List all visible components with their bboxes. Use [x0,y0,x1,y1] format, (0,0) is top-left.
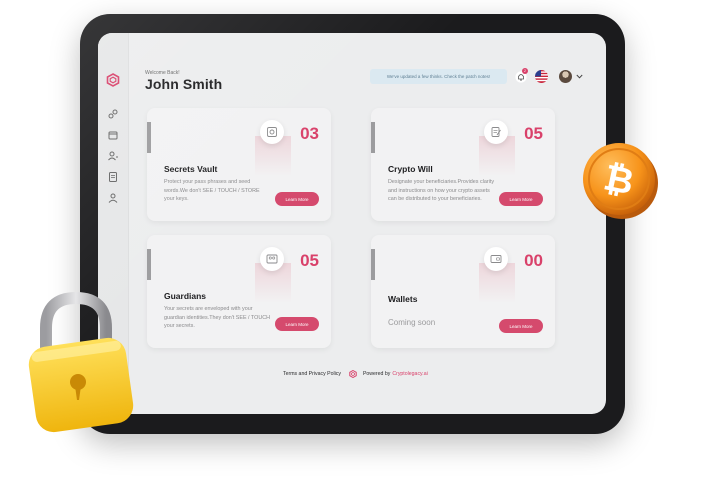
document-icon[interactable] [107,171,119,183]
coming-soon-text: Coming soon [388,318,436,327]
patch-notes-banner[interactable]: We've updated a few thinks. Check the pa… [370,69,507,84]
learn-more-button[interactable]: Learn More [275,317,319,331]
learn-more-button[interactable]: Learn More [499,319,543,333]
learn-more-button[interactable]: Learn More [499,192,543,206]
wallets-count: 00 [524,251,543,270]
user-name: John Smith [145,76,223,92]
vault-icon [260,120,284,144]
card-crypto-will[interactable]: 05 Crypto Will Designate your beneficiar… [371,108,555,221]
user-add-icon[interactable] [107,150,119,162]
card-title: Wallets [388,294,418,304]
app-screen: Welcome Back! John Smith We've updated a… [98,33,606,414]
card-title: Secrets Vault [164,164,218,174]
card-guardians[interactable]: 05 Guardians Your secrets are enveloped … [147,235,331,348]
chevron-down-icon[interactable] [576,74,583,79]
card-wallets[interactable]: 00 Wallets Coming soon Learn More [371,235,555,348]
terms-link[interactable]: Terms and Privacy Policy [283,371,341,377]
user-icon[interactable] [107,192,119,204]
logo-icon [349,370,357,378]
guardians-icon [260,247,284,271]
card-description: Your secrets are enveloped with your gua… [164,306,271,329]
secrets-count: 03 [300,124,319,143]
wallet-icon [484,247,508,271]
powered-by-text: Powered by [362,371,391,377]
bitcoin-coin-icon: ₿ [583,143,658,219]
card-description: Protect your pass phrases and seed words… [164,179,260,202]
card-title: Crypto Will [388,164,433,174]
will-count: 05 [524,124,543,143]
home-icon[interactable] [107,108,119,120]
learn-more-button[interactable]: Learn More [275,192,319,206]
padlock-icon [28,291,134,433]
card-secrets-vault[interactable]: 03 Secrets Vault Protect your pass phras… [147,108,331,221]
logo-icon[interactable] [106,73,120,87]
guardians-count: 05 [300,251,319,270]
card-title: Guardians [164,291,207,301]
folder-icon[interactable] [107,129,119,141]
will-document-icon [484,120,508,144]
brand-link[interactable]: Cryptolegacy.ai [392,371,427,377]
notification-badge: 2 [522,68,528,74]
avatar[interactable] [559,70,572,83]
us-flag-icon[interactable] [535,70,548,83]
footer: Terms and Privacy Policy Powered by Cryp… [283,369,523,379]
